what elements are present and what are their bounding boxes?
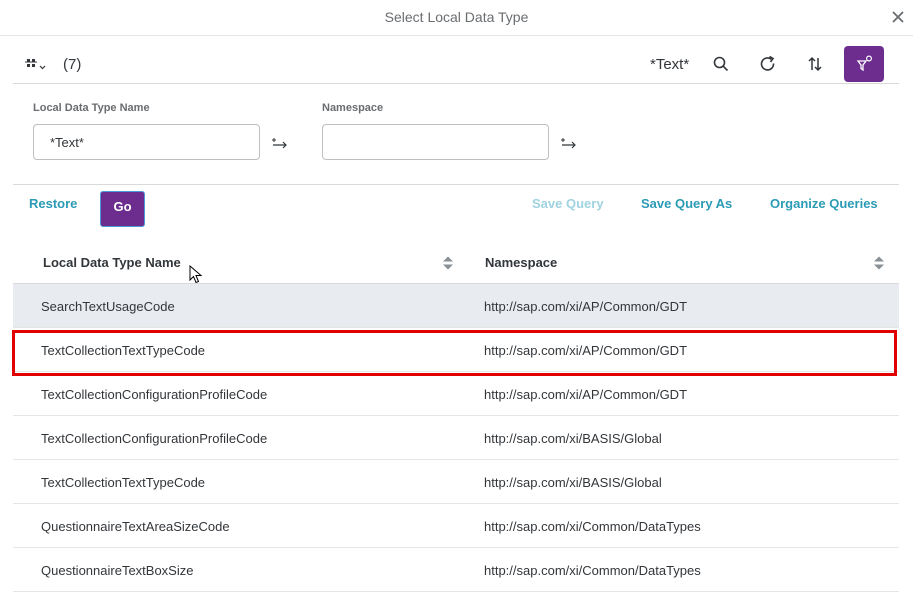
sort-icon[interactable]	[805, 54, 825, 74]
filter-icon	[856, 55, 872, 72]
search-icon[interactable]	[711, 54, 731, 74]
filter-button[interactable]	[844, 46, 884, 82]
restore-button[interactable]: Restore	[29, 196, 77, 211]
save-query-button[interactable]: Save Query	[532, 196, 604, 211]
cell-name: TextCollectionTextTypeCode	[41, 475, 206, 490]
cell-namespace: http://sap.com/xi/Common/DataTypes	[484, 519, 701, 534]
local-data-type-name-input[interactable]	[33, 124, 260, 160]
table-row[interactable]: TextCollectionTextTypeCode http://sap.co…	[13, 460, 899, 504]
filter-bar: Local Data Type Name Namespace	[13, 85, 899, 185]
table-toolbar: (7) *Text*	[13, 44, 899, 84]
cell-namespace: http://sap.com/xi/BASIS/Global	[484, 475, 662, 490]
cell-name: QuestionnaireTextBoxSize	[41, 563, 194, 578]
table-header: Local Data Type Name Namespace	[13, 240, 899, 284]
table-row[interactable]: SearchTextUsageCode http://sap.com/xi/AP…	[13, 284, 899, 328]
column-header-namespace[interactable]: Namespace	[485, 255, 557, 270]
close-icon[interactable]	[889, 8, 907, 26]
sort-arrows-icon[interactable]	[873, 255, 885, 271]
table-row[interactable]: TextCollectionConfigurationProfileCode h…	[13, 416, 899, 460]
search-value[interactable]: *Text*	[650, 56, 689, 73]
table-row[interactable]: QuestionnaireTextAreaSizeCode http://sap…	[13, 504, 899, 548]
result-count: (7)	[63, 56, 82, 73]
cell-namespace: http://sap.com/xi/AP/Common/GDT	[484, 299, 688, 314]
cell-name: QuestionnaireTextAreaSizeCode	[41, 519, 230, 534]
cell-name: TextCollectionTextTypeCode	[41, 343, 206, 358]
table-row[interactable]: QuestionnaireTextBoxSize http://sap.com/…	[13, 548, 899, 592]
cell-namespace: http://sap.com/xi/AP/Common/GDT	[484, 387, 688, 402]
table-row[interactable]: TextCollectionTextTypeCode http://sap.co…	[13, 328, 899, 372]
action-bar: Restore Go Save Query Save Query As Orga…	[13, 186, 899, 232]
column-header-name[interactable]: Local Data Type Name	[43, 255, 181, 270]
dialog-header: Select Local Data Type	[0, 0, 913, 36]
value-help-icon[interactable]	[271, 137, 289, 149]
save-query-as-button[interactable]: Save Query As	[641, 196, 732, 211]
table-row[interactable]: TextCollectionConfigurationProfileCode h…	[13, 372, 899, 416]
go-button[interactable]: Go	[100, 191, 145, 227]
value-help-icon[interactable]	[560, 137, 578, 149]
organize-queries-button[interactable]: Organize Queries	[770, 196, 878, 211]
cell-namespace: http://sap.com/xi/Common/DataTypes	[484, 563, 701, 578]
dialog-title: Select Local Data Type	[384, 9, 529, 25]
namespace-input[interactable]	[322, 124, 549, 160]
filter-label-namespace: Namespace	[322, 102, 384, 114]
refresh-icon[interactable]	[758, 54, 778, 74]
filter-label-name: Local Data Type Name	[33, 102, 150, 114]
variant-icon[interactable]	[23, 54, 49, 74]
sort-arrows-icon[interactable]	[442, 255, 454, 271]
cell-namespace: http://sap.com/xi/AP/Common/GDT	[484, 343, 688, 358]
cell-name: SearchTextUsageCode	[41, 299, 175, 314]
cell-name: TextCollectionConfigurationProfileCode	[41, 431, 268, 446]
cell-name: TextCollectionConfigurationProfileCode	[41, 387, 268, 402]
cell-namespace: http://sap.com/xi/BASIS/Global	[484, 431, 662, 446]
results-table: Local Data Type Name Namespace SearchTex…	[13, 240, 899, 592]
